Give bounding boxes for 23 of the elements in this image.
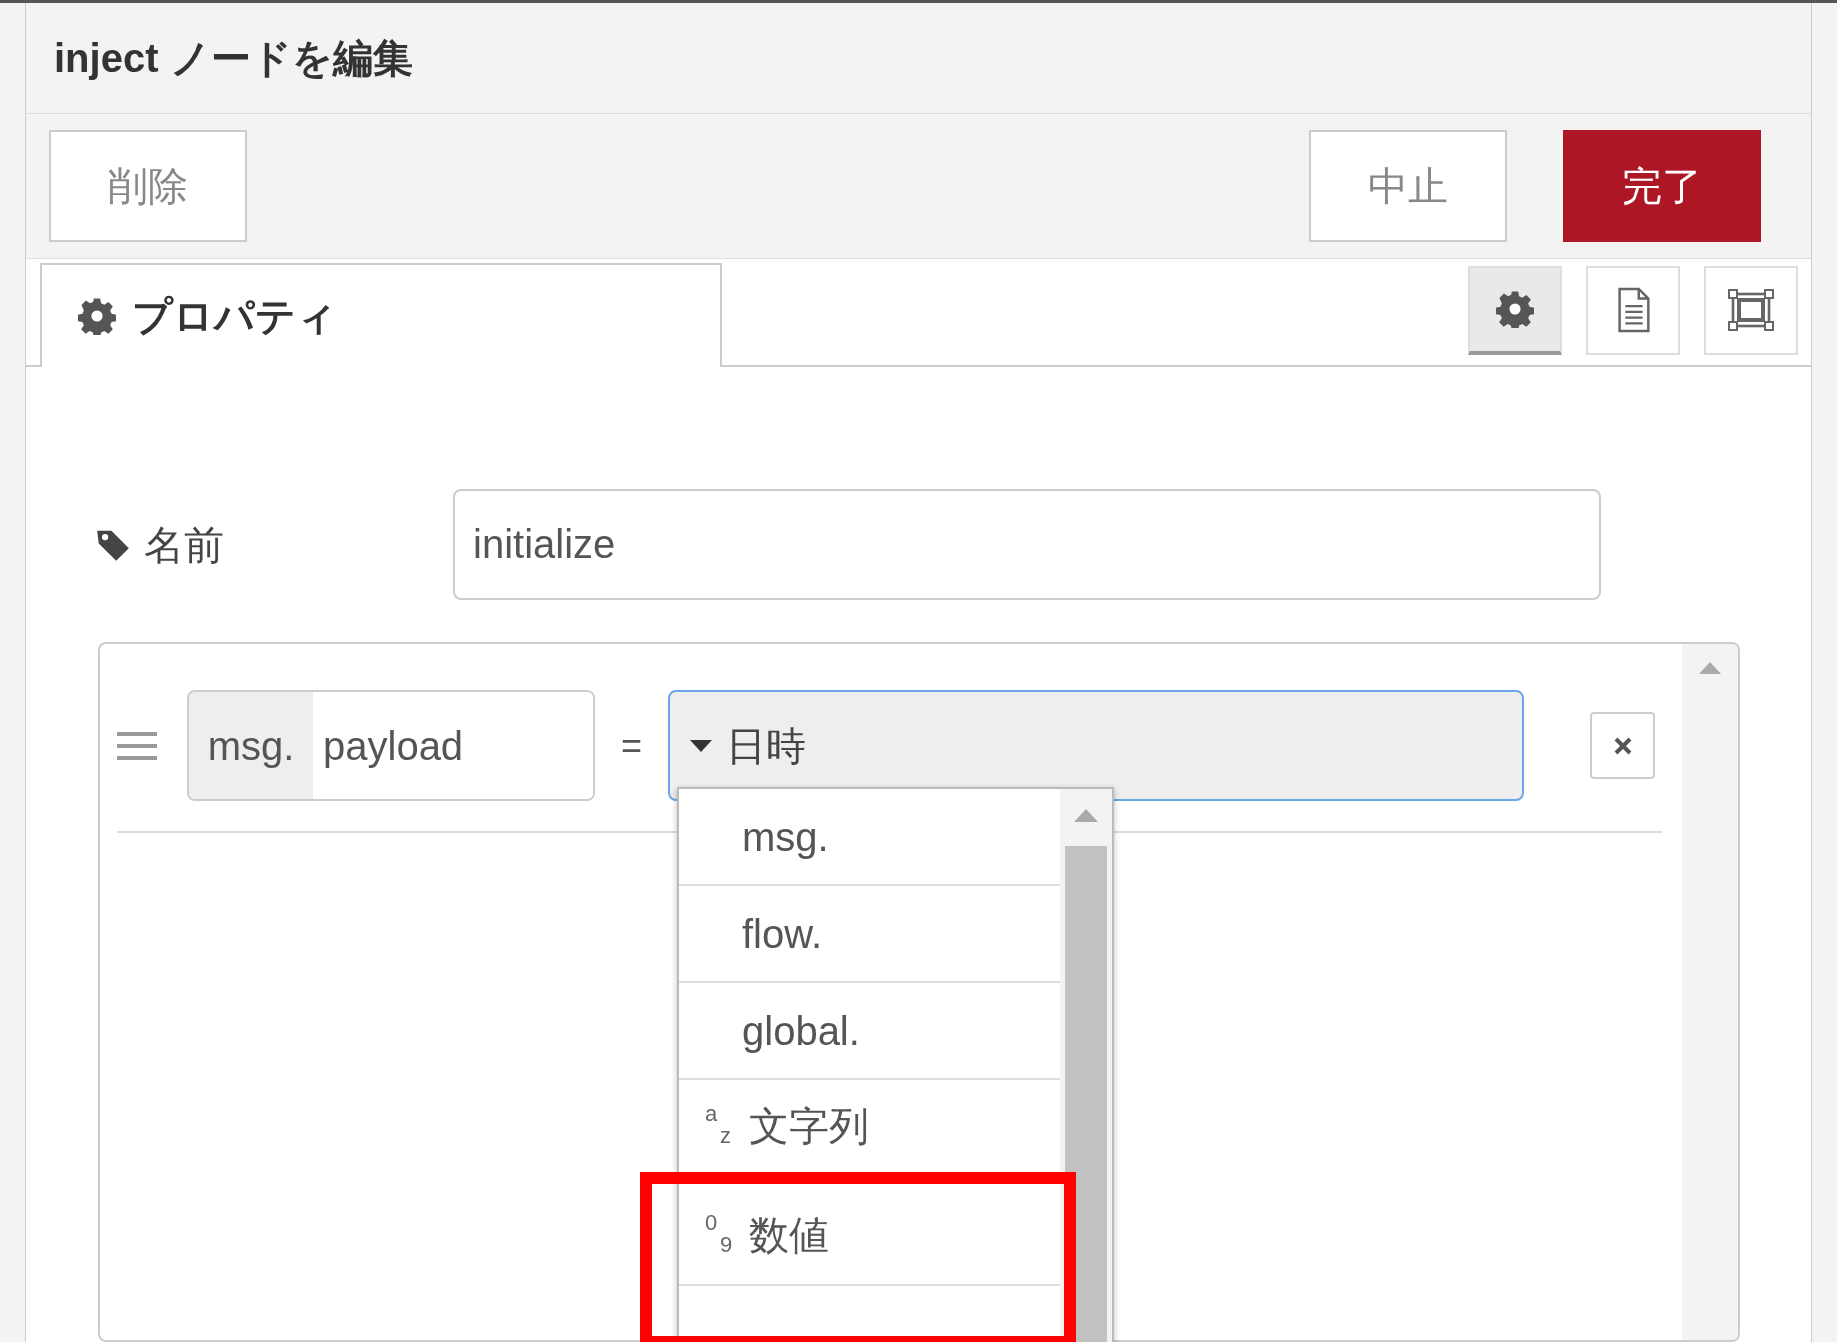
- operator-text: =: [620, 723, 643, 768]
- appearance-tab[interactable]: [1704, 265, 1798, 355]
- scrollbar-thumb[interactable]: [1065, 846, 1107, 1342]
- frame-icon: [1727, 288, 1775, 333]
- name-input-field[interactable]: initialize: [453, 489, 1601, 600]
- done-button[interactable]: 完了: [1563, 130, 1761, 243]
- gear-icon: [1496, 290, 1534, 329]
- remove-button[interactable]: [1590, 712, 1655, 779]
- field-label: 名前: [144, 521, 224, 569]
- value-type-field[interactable]: 日時: [668, 690, 1524, 801]
- close-icon: [1612, 735, 1633, 756]
- description-tab[interactable]: [1586, 265, 1680, 355]
- cancel-button[interactable]: 中止: [1309, 130, 1507, 243]
- caret-down-icon: [690, 739, 712, 752]
- delete-button[interactable]: 削除: [49, 130, 247, 243]
- dialog-title: inject ノードを編集: [54, 35, 413, 83]
- drag-handle-icon[interactable]: [117, 730, 157, 761]
- number-type-icon: 0 9: [705, 1212, 737, 1258]
- settings-tab[interactable]: [1468, 265, 1562, 355]
- property-field[interactable]: msg. payload: [187, 690, 595, 801]
- string-type-icon: a z: [705, 1103, 737, 1149]
- properties-tab[interactable]: プロパティ: [40, 263, 722, 367]
- gear-icon: [78, 297, 116, 335]
